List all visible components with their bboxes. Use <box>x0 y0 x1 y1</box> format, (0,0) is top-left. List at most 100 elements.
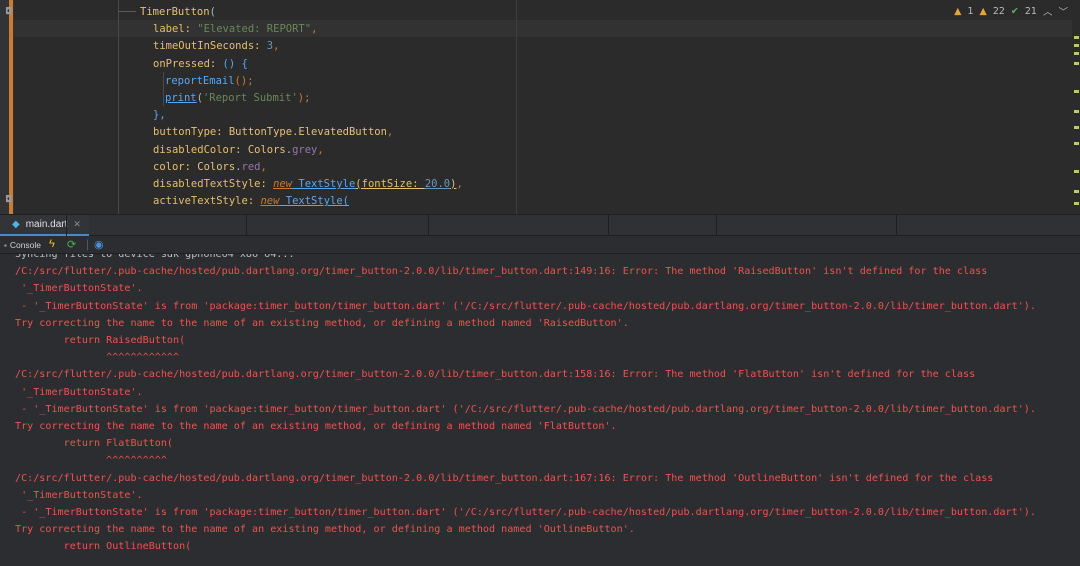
console-line: /C:/src/flutter/.pub-cache/hosted/pub.da… <box>15 472 994 484</box>
fold-icon[interactable]: ◘ <box>6 8 14 17</box>
code-line[interactable]: buttonType: ButtonType.ElevatedButton, <box>140 124 463 141</box>
warning-count: 1 <box>967 5 974 17</box>
right-margin-line <box>516 0 517 214</box>
code-token: ( <box>342 195 349 208</box>
code-line[interactable]: onPressed: () { <box>140 56 463 73</box>
tab-label: main.dart <box>25 219 68 230</box>
console-line: /C:/src/flutter/.pub-cache/hosted/pub.da… <box>15 266 988 278</box>
code-token: buttonType: <box>153 126 229 139</box>
chevron-down-icon[interactable]: ﹀ <box>1058 4 1068 18</box>
code-token: ); <box>297 91 311 104</box>
fold-icon[interactable]: ◘ <box>6 196 14 205</box>
run-toolbar: ▪ Console ϟ ⟳ | ◉ <box>0 237 1080 254</box>
vcs-change-marker <box>9 0 13 214</box>
code-token: ButtonType <box>228 126 293 139</box>
code-token: () { <box>222 57 248 70</box>
code-editor[interactable]: ◘ ◘ TimerButton(label: "Elevated: REPORT… <box>0 0 1080 214</box>
console-line: '_TimerButtonState'. <box>15 386 143 398</box>
console-line: Try correcting the name to the name of a… <box>15 524 635 536</box>
editor-tab-bar: ◆ main.dart ✕ <box>0 214 1080 236</box>
code-token: activeTextStyle: <box>153 195 261 208</box>
code-token: 20.0 <box>424 177 451 190</box>
code-line[interactable]: timeOutInSeconds: 3, <box>140 38 463 55</box>
console-tab[interactable]: ▪ Console <box>4 240 41 250</box>
code-token: "Elevated: REPORT" <box>197 23 312 36</box>
hot-reload-icon[interactable]: ϟ <box>49 238 55 250</box>
console-line: Try correcting the name to the name of a… <box>15 421 617 433</box>
console-label: Console <box>9 240 42 250</box>
code-token: TimerButton <box>140 6 210 18</box>
console-line: - '_TimerButtonState' is from 'package:t… <box>15 403 1036 415</box>
console-line: return OutlineButton( <box>15 541 192 553</box>
code-line[interactable]: disabledColor: Colors.grey, <box>140 142 463 159</box>
dart-file-icon: ◆ <box>12 219 20 230</box>
devtools-icon[interactable]: ◉ <box>94 238 104 251</box>
console-line: ^^^^^^^^^^^^ <box>15 352 180 364</box>
code-token: , <box>311 23 318 36</box>
code-token: , <box>386 126 394 139</box>
indent-guide <box>118 0 119 214</box>
code-line[interactable]: }, <box>140 107 463 124</box>
code-token: disabledTextStyle: <box>153 177 274 190</box>
hot-restart-icon[interactable]: ⟳ <box>67 238 76 251</box>
console-line: Try correcting the name to the name of a… <box>15 317 629 329</box>
console-line: return FlatButton( <box>15 438 174 450</box>
code-token: grey <box>292 143 318 156</box>
code-token: Colors <box>247 143 286 156</box>
code-token: timeOutInSeconds: <box>153 40 267 53</box>
warning-icon: ▲ <box>954 5 962 17</box>
code-token: , <box>456 177 463 190</box>
code-token: reportEmail <box>165 74 235 87</box>
console-icon: ▪ <box>4 240 7 250</box>
code-token: red <box>241 160 261 173</box>
code-token: , <box>273 40 280 53</box>
console-line: - '_TimerButtonState' is from 'package:t… <box>15 300 1036 312</box>
code-token: }, <box>153 109 166 122</box>
weak-warning-icon: ▲ <box>979 5 987 17</box>
separator: | <box>86 237 90 251</box>
tab-main-dart[interactable]: ◆ main.dart ✕ <box>0 215 89 236</box>
close-icon[interactable]: ✕ <box>73 219 81 230</box>
code-line[interactable]: label: "Elevated: REPORT", <box>140 21 463 38</box>
console-line: - '_TimerButtonState' is from 'package:t… <box>15 507 1036 519</box>
weak-warning-count: 22 <box>992 5 1005 17</box>
console-line: /C:/src/flutter/.pub-cache/hosted/pub.da… <box>15 369 976 381</box>
console-line: return RaisedButton( <box>15 335 186 347</box>
code-line[interactable]: disabledTextStyle: new TextStyle(fontSiz… <box>140 176 463 193</box>
indent-guide <box>118 11 136 12</box>
code-line[interactable]: activeTextStyle: new TextStyle( <box>140 193 463 210</box>
code-token: Colors <box>197 160 236 173</box>
chevron-up-icon[interactable]: ︿ <box>1043 4 1053 18</box>
code-line[interactable]: TimerButton( <box>140 4 463 21</box>
code-token: onPressed: <box>153 57 223 70</box>
code-token: (fontSize: <box>355 177 425 190</box>
code-lines[interactable]: TimerButton(label: "Elevated: REPORT", ti… <box>140 4 463 210</box>
console-lines: Syncing files to device sdk gphone64 x86… <box>15 254 1036 556</box>
code-token: label: <box>153 23 198 36</box>
code-token: ElevatedButton <box>298 126 387 139</box>
code-token: TextStyle <box>279 195 343 208</box>
console-line: '_TimerButtonState'. <box>15 489 143 501</box>
code-token: color: <box>153 160 198 173</box>
code-token: (); <box>234 74 254 87</box>
console-line: Syncing files to device sdk gphone64 x86… <box>15 254 295 260</box>
code-line[interactable]: color: Colors.red, <box>140 159 463 176</box>
code-line[interactable]: reportEmail(); <box>140 73 463 90</box>
code-token: new <box>260 195 280 208</box>
code-token: , <box>317 143 324 156</box>
code-token: ( <box>209 6 216 18</box>
console-line: '_TimerButtonState'. <box>15 283 143 295</box>
typo-count: 21 <box>1024 5 1037 17</box>
code-token: TextStyle <box>292 177 356 190</box>
code-token: disabledColor: <box>153 143 248 156</box>
code-token: new <box>273 177 293 190</box>
code-line[interactable]: print('Report Submit'); <box>140 90 463 107</box>
console-output[interactable]: Syncing files to device sdk gphone64 x86… <box>0 254 1080 566</box>
console-line: ^^^^^^^^^^ <box>15 455 167 467</box>
editor-gutter: ◘ ◘ <box>0 0 14 214</box>
inspection-widget[interactable]: ▲ 1 ▲ 22 ✔ 21 ︿ ﹀ <box>954 4 1068 19</box>
code-token: print <box>165 91 197 104</box>
scrollbar-marks[interactable] <box>1074 30 1080 210</box>
code-token: 'Report Submit' <box>202 91 298 104</box>
code-token: , <box>260 160 267 173</box>
